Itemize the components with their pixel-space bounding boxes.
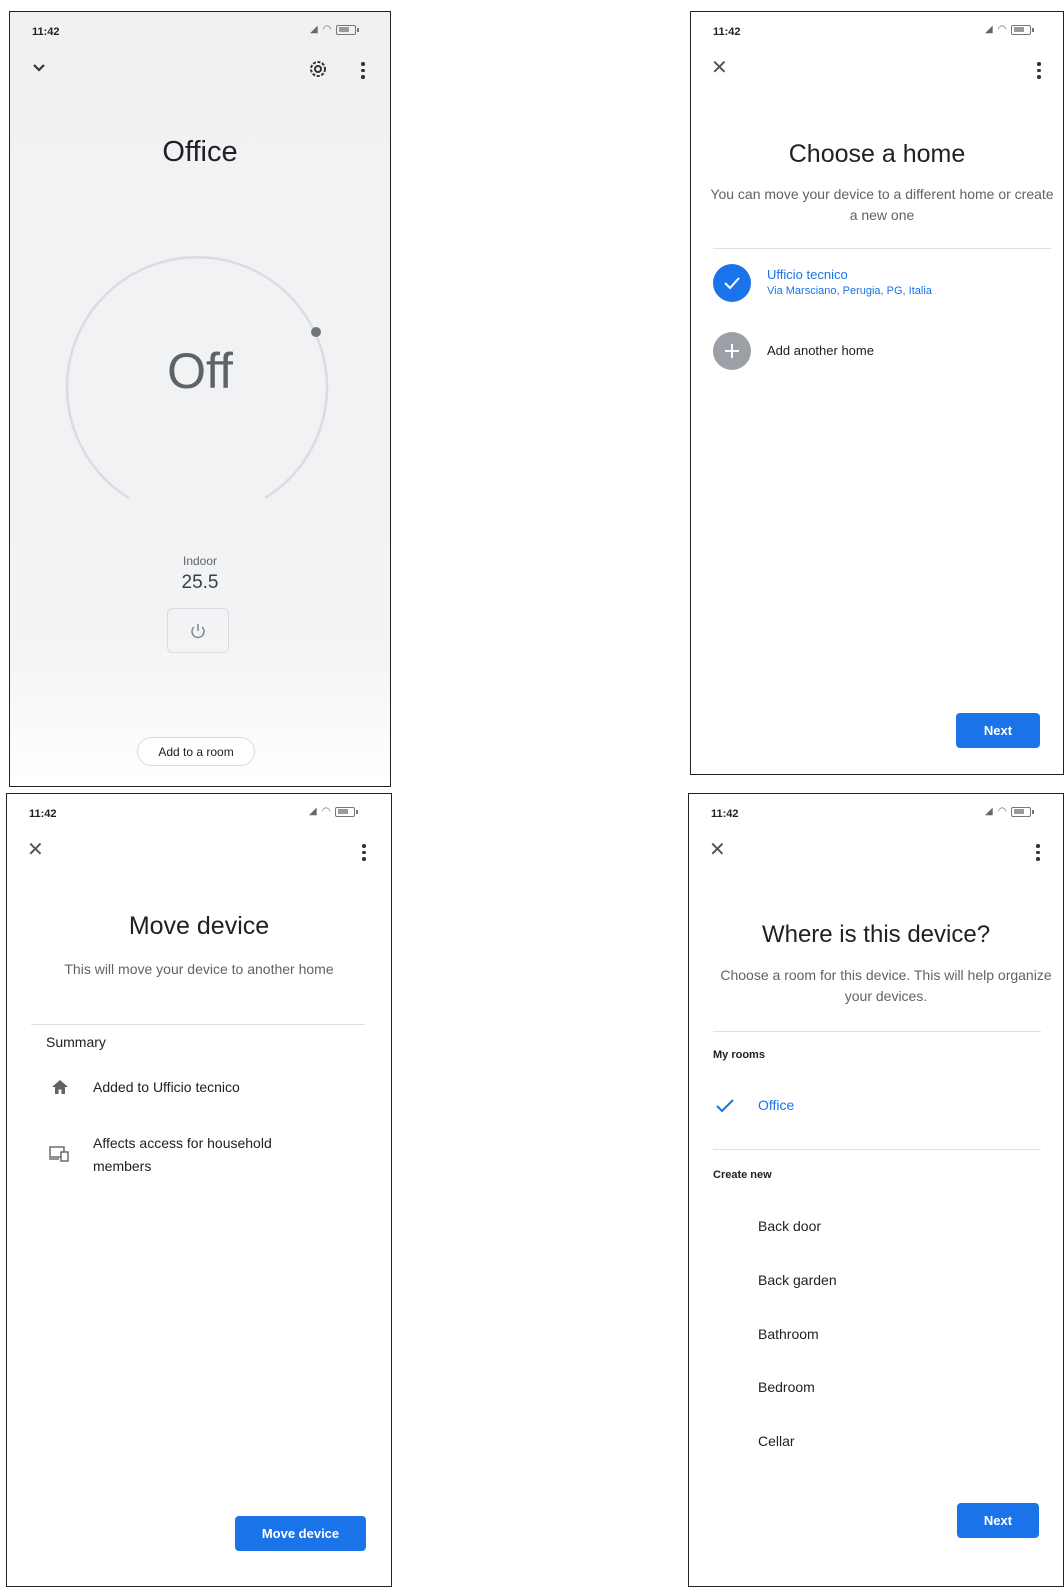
my-rooms-heading: My rooms [713, 1049, 765, 1061]
screen-move-device: 11:42 ◢ ◠ ✕ Move device This will move y… [6, 793, 392, 1587]
gear-icon[interactable] [307, 58, 329, 80]
status-time: 11:42 [29, 808, 57, 820]
more-vert-icon[interactable] [361, 62, 365, 82]
room-option-cellar[interactable]: Cellar [758, 1433, 795, 1449]
status-time: 11:42 [32, 26, 60, 38]
status-time: 11:42 [711, 808, 739, 820]
summary-item-access: Affects access for household members [93, 1135, 272, 1174]
devices-icon [49, 1146, 69, 1162]
next-button[interactable]: Next [957, 1503, 1039, 1538]
room-option-label: Office [758, 1097, 795, 1113]
status-icons: ◢ ◠ [309, 806, 359, 817]
signal-icon: ◢ [309, 806, 317, 817]
check-circle-icon [713, 264, 751, 302]
home-address: Via Marsciano, Perugia, PG, Italia [767, 285, 932, 297]
create-new-heading: Create new [713, 1169, 772, 1181]
room-option-back-garden[interactable]: Back garden [758, 1272, 837, 1288]
summary-item-home: Added to Ufficio tecnico [93, 1079, 240, 1095]
close-icon[interactable]: ✕ [709, 837, 726, 862]
add-to-room-button[interactable]: Add to a room [137, 737, 255, 766]
divider [713, 248, 1051, 249]
add-home-option[interactable]: Add another home [713, 332, 1013, 372]
screen-device-control: 11:42 ◢ ◠ Office Off Indoor 25.5 Add to … [9, 11, 391, 787]
status-icons: ◢ ◠ [985, 806, 1035, 817]
close-icon[interactable]: ✕ [27, 837, 44, 862]
divider [31, 1024, 365, 1025]
page-subtitle: Choose a room for this device. This will… [720, 967, 1052, 1004]
wifi-icon: ◠ [997, 24, 1007, 35]
signal-icon: ◢ [310, 24, 318, 35]
page-subtitle: This will move your device to another ho… [64, 961, 334, 977]
summary-heading: Summary [46, 1034, 106, 1050]
signal-icon: ◢ [985, 806, 993, 817]
status-icons: ◢ ◠ [985, 24, 1035, 35]
divider [713, 1149, 1041, 1150]
more-vert-icon[interactable] [1037, 62, 1041, 82]
more-vert-icon[interactable] [362, 844, 366, 864]
home-icon [52, 1080, 68, 1094]
room-option-office[interactable]: Office [713, 1092, 1033, 1122]
room-option-bathroom[interactable]: Bathroom [758, 1326, 819, 1342]
more-vert-icon[interactable] [1036, 844, 1040, 864]
indoor-label: Indoor [182, 554, 218, 568]
home-option[interactable]: Ufficio tecnico Via Marsciano, Perugia, … [713, 264, 1013, 304]
check-icon [716, 1099, 734, 1113]
page-title: Where is this device? [761, 921, 991, 948]
room-title: Office [162, 136, 238, 168]
move-device-button[interactable]: Move device [235, 1516, 366, 1551]
wifi-icon: ◠ [997, 806, 1007, 817]
battery-icon [1011, 24, 1035, 35]
room-option-bedroom[interactable]: Bedroom [758, 1379, 815, 1395]
dial-handle[interactable] [311, 327, 321, 337]
next-button[interactable]: Next [956, 713, 1040, 748]
close-icon[interactable]: ✕ [711, 55, 728, 80]
chevron-down-icon[interactable] [32, 63, 46, 73]
signal-icon: ◢ [985, 24, 993, 35]
page-title: Choose a home [788, 140, 966, 168]
screen-choose-home: 11:42 ◢ ◠ ✕ Choose a home You can move y… [690, 11, 1064, 775]
add-home-label: Add another home [767, 343, 874, 358]
wifi-icon: ◠ [322, 24, 332, 35]
home-name: Ufficio tecnico [767, 267, 848, 282]
battery-icon [336, 24, 360, 35]
screen-choose-room: 11:42 ◢ ◠ ✕ Where is this device? Choose… [688, 793, 1064, 1587]
page-subtitle: You can move your device to a different … [710, 186, 1054, 223]
battery-icon [1011, 806, 1035, 817]
status-icons: ◢ ◠ [310, 24, 360, 35]
status-time: 11:42 [713, 26, 741, 38]
power-button[interactable] [167, 608, 229, 653]
room-option-back-door[interactable]: Back door [758, 1218, 821, 1234]
page-title: Move device [128, 912, 270, 940]
wifi-icon: ◠ [321, 806, 331, 817]
battery-icon [335, 806, 359, 817]
indoor-temperature: 25.5 [181, 572, 219, 593]
add-icon [713, 332, 751, 370]
power-icon [191, 624, 205, 639]
divider [713, 1031, 1041, 1032]
thermostat-state: Off [167, 343, 233, 399]
